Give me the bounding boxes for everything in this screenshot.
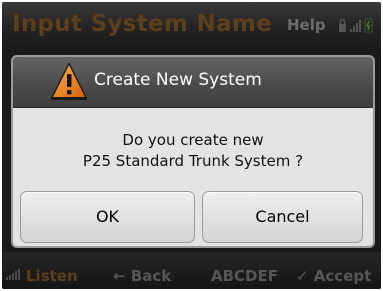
warning-icon <box>50 62 88 100</box>
screen-title: Input System Name <box>12 11 273 37</box>
listen-signal-icon <box>6 269 20 280</box>
softkey-bar: Listen ← Back ABCDEF ✓ Accept <box>2 252 381 289</box>
status-icons <box>339 18 373 33</box>
dialog-message: Do you create new P25 Standard Trunk Sys… <box>13 130 373 172</box>
top-bar: Input System Name Help <box>2 2 381 52</box>
dialog-message-line1: Do you create new <box>122 131 264 149</box>
cancel-button[interactable]: Cancel <box>202 191 363 243</box>
lock-icon <box>339 18 346 32</box>
abc-softkey[interactable]: ABCDEF <box>211 267 278 285</box>
signal-bars-icon <box>350 20 361 32</box>
dialog-title: Create New System <box>94 70 262 90</box>
help-button[interactable]: Help <box>287 16 326 34</box>
listen-softkey[interactable]: Listen <box>26 267 78 285</box>
dialog-message-line2: P25 Standard Trunk System ? <box>82 152 304 170</box>
ok-button[interactable]: OK <box>20 191 195 243</box>
accept-softkey[interactable]: ✓ Accept <box>296 267 371 285</box>
device-screen: Input System Name Help Listen ← Back ABC… <box>2 2 381 289</box>
battery-icon <box>364 18 373 33</box>
confirm-dialog: Create New System Do you create new P25 … <box>11 55 375 248</box>
dialog-header: Create New System <box>13 57 373 108</box>
back-softkey[interactable]: ← Back <box>113 267 171 285</box>
